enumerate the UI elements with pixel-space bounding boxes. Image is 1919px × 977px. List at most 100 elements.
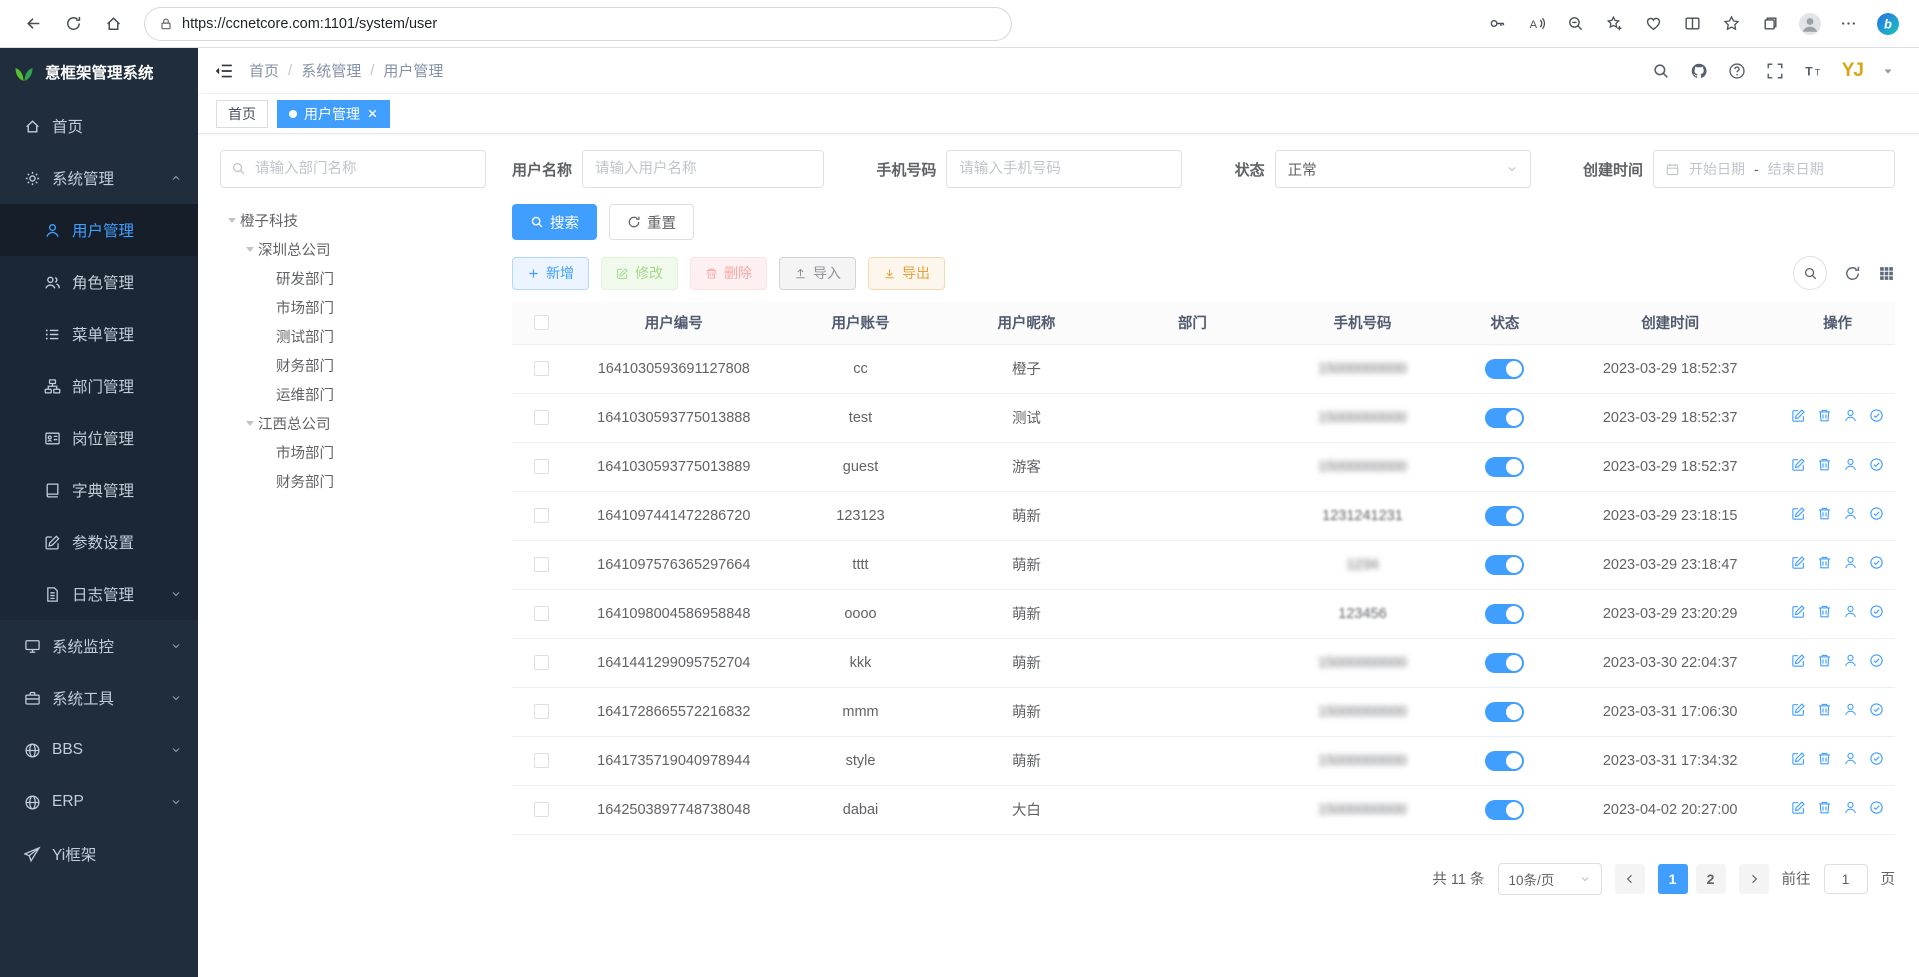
status-toggle[interactable] xyxy=(1485,408,1524,428)
status-toggle[interactable] xyxy=(1485,359,1524,379)
assign-role-icon[interactable] xyxy=(1869,506,1884,521)
sidebar-item[interactable]: 日志管理 xyxy=(0,568,198,620)
assign-role-icon[interactable] xyxy=(1869,408,1884,423)
assign-role-icon[interactable] xyxy=(1869,653,1884,668)
delete-user-icon[interactable] xyxy=(1817,457,1832,472)
zoom-icon[interactable] xyxy=(1560,7,1591,41)
settings-more-icon[interactable] xyxy=(1833,7,1864,41)
sidebar-item[interactable]: 用户管理 xyxy=(0,204,198,256)
back-icon[interactable] xyxy=(16,7,50,41)
tree-node[interactable]: 测试部门 xyxy=(220,322,486,351)
breadcrumb-item[interactable]: / 用户管理 xyxy=(361,60,443,81)
edit-user-icon[interactable] xyxy=(1791,457,1806,472)
tree-node[interactable]: 市场部门 xyxy=(220,293,486,322)
status-select[interactable]: 正常 xyxy=(1275,150,1531,188)
sidebar-item[interactable]: Yi框架 xyxy=(0,828,198,880)
reset-password-icon[interactable] xyxy=(1843,800,1858,815)
page-number-button[interactable]: 1 xyxy=(1658,864,1688,894)
caret-down-icon[interactable] xyxy=(1883,66,1893,76)
tab[interactable]: 用户管理 xyxy=(277,100,390,128)
font-size-icon[interactable]: TT xyxy=(1804,62,1822,80)
reset-password-icon[interactable] xyxy=(1843,653,1858,668)
status-toggle[interactable] xyxy=(1485,751,1524,771)
reset-password-icon[interactable] xyxy=(1843,751,1858,766)
row-checkbox[interactable] xyxy=(534,361,549,376)
goto-page-input[interactable] xyxy=(1824,864,1868,894)
refresh-icon[interactable] xyxy=(56,7,90,41)
edit-user-icon[interactable] xyxy=(1791,702,1806,717)
edit-user-icon[interactable] xyxy=(1791,751,1806,766)
date-range-picker[interactable]: 开始日期 - 结束日期 xyxy=(1653,150,1895,188)
tree-node[interactable]: 财务部门 xyxy=(220,351,486,380)
sidebar-item[interactable]: 岗位管理 xyxy=(0,412,198,464)
reset-password-icon[interactable] xyxy=(1843,604,1858,619)
edit-user-icon[interactable] xyxy=(1791,555,1806,570)
add-favorite-icon[interactable] xyxy=(1599,7,1630,41)
status-toggle[interactable] xyxy=(1485,604,1524,624)
sidebar-item[interactable]: 菜单管理 xyxy=(0,308,198,360)
tree-node[interactable]: 江西总公司 xyxy=(220,409,486,438)
app-logo[interactable]: 意框架管理系统 xyxy=(0,48,198,96)
sidebar-item[interactable]: 系统监控 xyxy=(0,620,198,672)
help-icon[interactable] xyxy=(1728,62,1746,80)
reset-password-icon[interactable] xyxy=(1843,457,1858,472)
page-number-button[interactable]: 2 xyxy=(1696,864,1726,894)
delete-user-icon[interactable] xyxy=(1817,506,1832,521)
reset-password-icon[interactable] xyxy=(1843,506,1858,521)
fullscreen-icon[interactable] xyxy=(1766,62,1784,80)
assign-role-icon[interactable] xyxy=(1869,604,1884,619)
table-search-toggle[interactable] xyxy=(1793,256,1827,290)
tree-node[interactable]: 橙子科技 xyxy=(220,206,486,235)
delete-user-icon[interactable] xyxy=(1817,408,1832,423)
prev-page-button[interactable] xyxy=(1615,864,1645,894)
row-checkbox[interactable] xyxy=(534,508,549,523)
modify-button[interactable]: 修改 xyxy=(601,257,678,290)
status-toggle[interactable] xyxy=(1485,653,1524,673)
tree-node[interactable]: 运维部门 xyxy=(220,380,486,409)
delete-user-icon[interactable] xyxy=(1817,751,1832,766)
status-toggle[interactable] xyxy=(1485,702,1524,722)
profile-avatar[interactable] xyxy=(1794,7,1825,41)
status-toggle[interactable] xyxy=(1485,506,1524,526)
delete-button[interactable]: 删除 xyxy=(690,257,767,290)
department-search-input[interactable] xyxy=(220,150,486,188)
edit-user-icon[interactable] xyxy=(1791,408,1806,423)
sidebar-item[interactable]: 参数设置 xyxy=(0,516,198,568)
delete-user-icon[interactable] xyxy=(1817,653,1832,668)
sidebar-item[interactable]: ERP xyxy=(0,776,198,828)
reset-password-icon[interactable] xyxy=(1843,408,1858,423)
row-checkbox[interactable] xyxy=(534,655,549,670)
user-logo[interactable]: YJ xyxy=(1842,60,1863,82)
row-checkbox[interactable] xyxy=(534,704,549,719)
tree-node[interactable]: 市场部门 xyxy=(220,438,486,467)
row-checkbox[interactable] xyxy=(534,753,549,768)
row-checkbox[interactable] xyxy=(534,606,549,621)
delete-user-icon[interactable] xyxy=(1817,555,1832,570)
delete-user-icon[interactable] xyxy=(1817,702,1832,717)
next-page-button[interactable] xyxy=(1739,864,1769,894)
assign-role-icon[interactable] xyxy=(1869,457,1884,472)
reset-password-icon[interactable] xyxy=(1843,702,1858,717)
edit-user-icon[interactable] xyxy=(1791,604,1806,619)
sidebar-item[interactable]: 系统工具 xyxy=(0,672,198,724)
home-icon[interactable] xyxy=(96,7,130,41)
github-icon[interactable] xyxy=(1690,62,1708,80)
sidebar-item[interactable]: 系统管理 xyxy=(0,152,198,204)
row-checkbox[interactable] xyxy=(534,802,549,817)
tab[interactable]: 首页 xyxy=(216,100,268,128)
tree-node[interactable]: 财务部门 xyxy=(220,467,486,496)
page-size-select[interactable]: 10条/页 xyxy=(1498,863,1602,895)
assign-role-icon[interactable] xyxy=(1869,751,1884,766)
delete-user-icon[interactable] xyxy=(1817,800,1832,815)
row-checkbox[interactable] xyxy=(534,557,549,572)
status-toggle[interactable] xyxy=(1485,800,1524,820)
tab-close-icon[interactable] xyxy=(367,108,378,119)
import-button[interactable]: 导入 xyxy=(779,257,856,290)
sidebar-item[interactable]: 字典管理 xyxy=(0,464,198,516)
address-bar[interactable]: https://ccnetcore.com:1101/system/user xyxy=(144,7,1012,41)
search-icon[interactable] xyxy=(1652,62,1670,80)
export-button[interactable]: 导出 xyxy=(868,257,945,290)
phone-input[interactable] xyxy=(946,150,1182,188)
edit-user-icon[interactable] xyxy=(1791,800,1806,815)
password-key-icon[interactable] xyxy=(1482,7,1513,41)
